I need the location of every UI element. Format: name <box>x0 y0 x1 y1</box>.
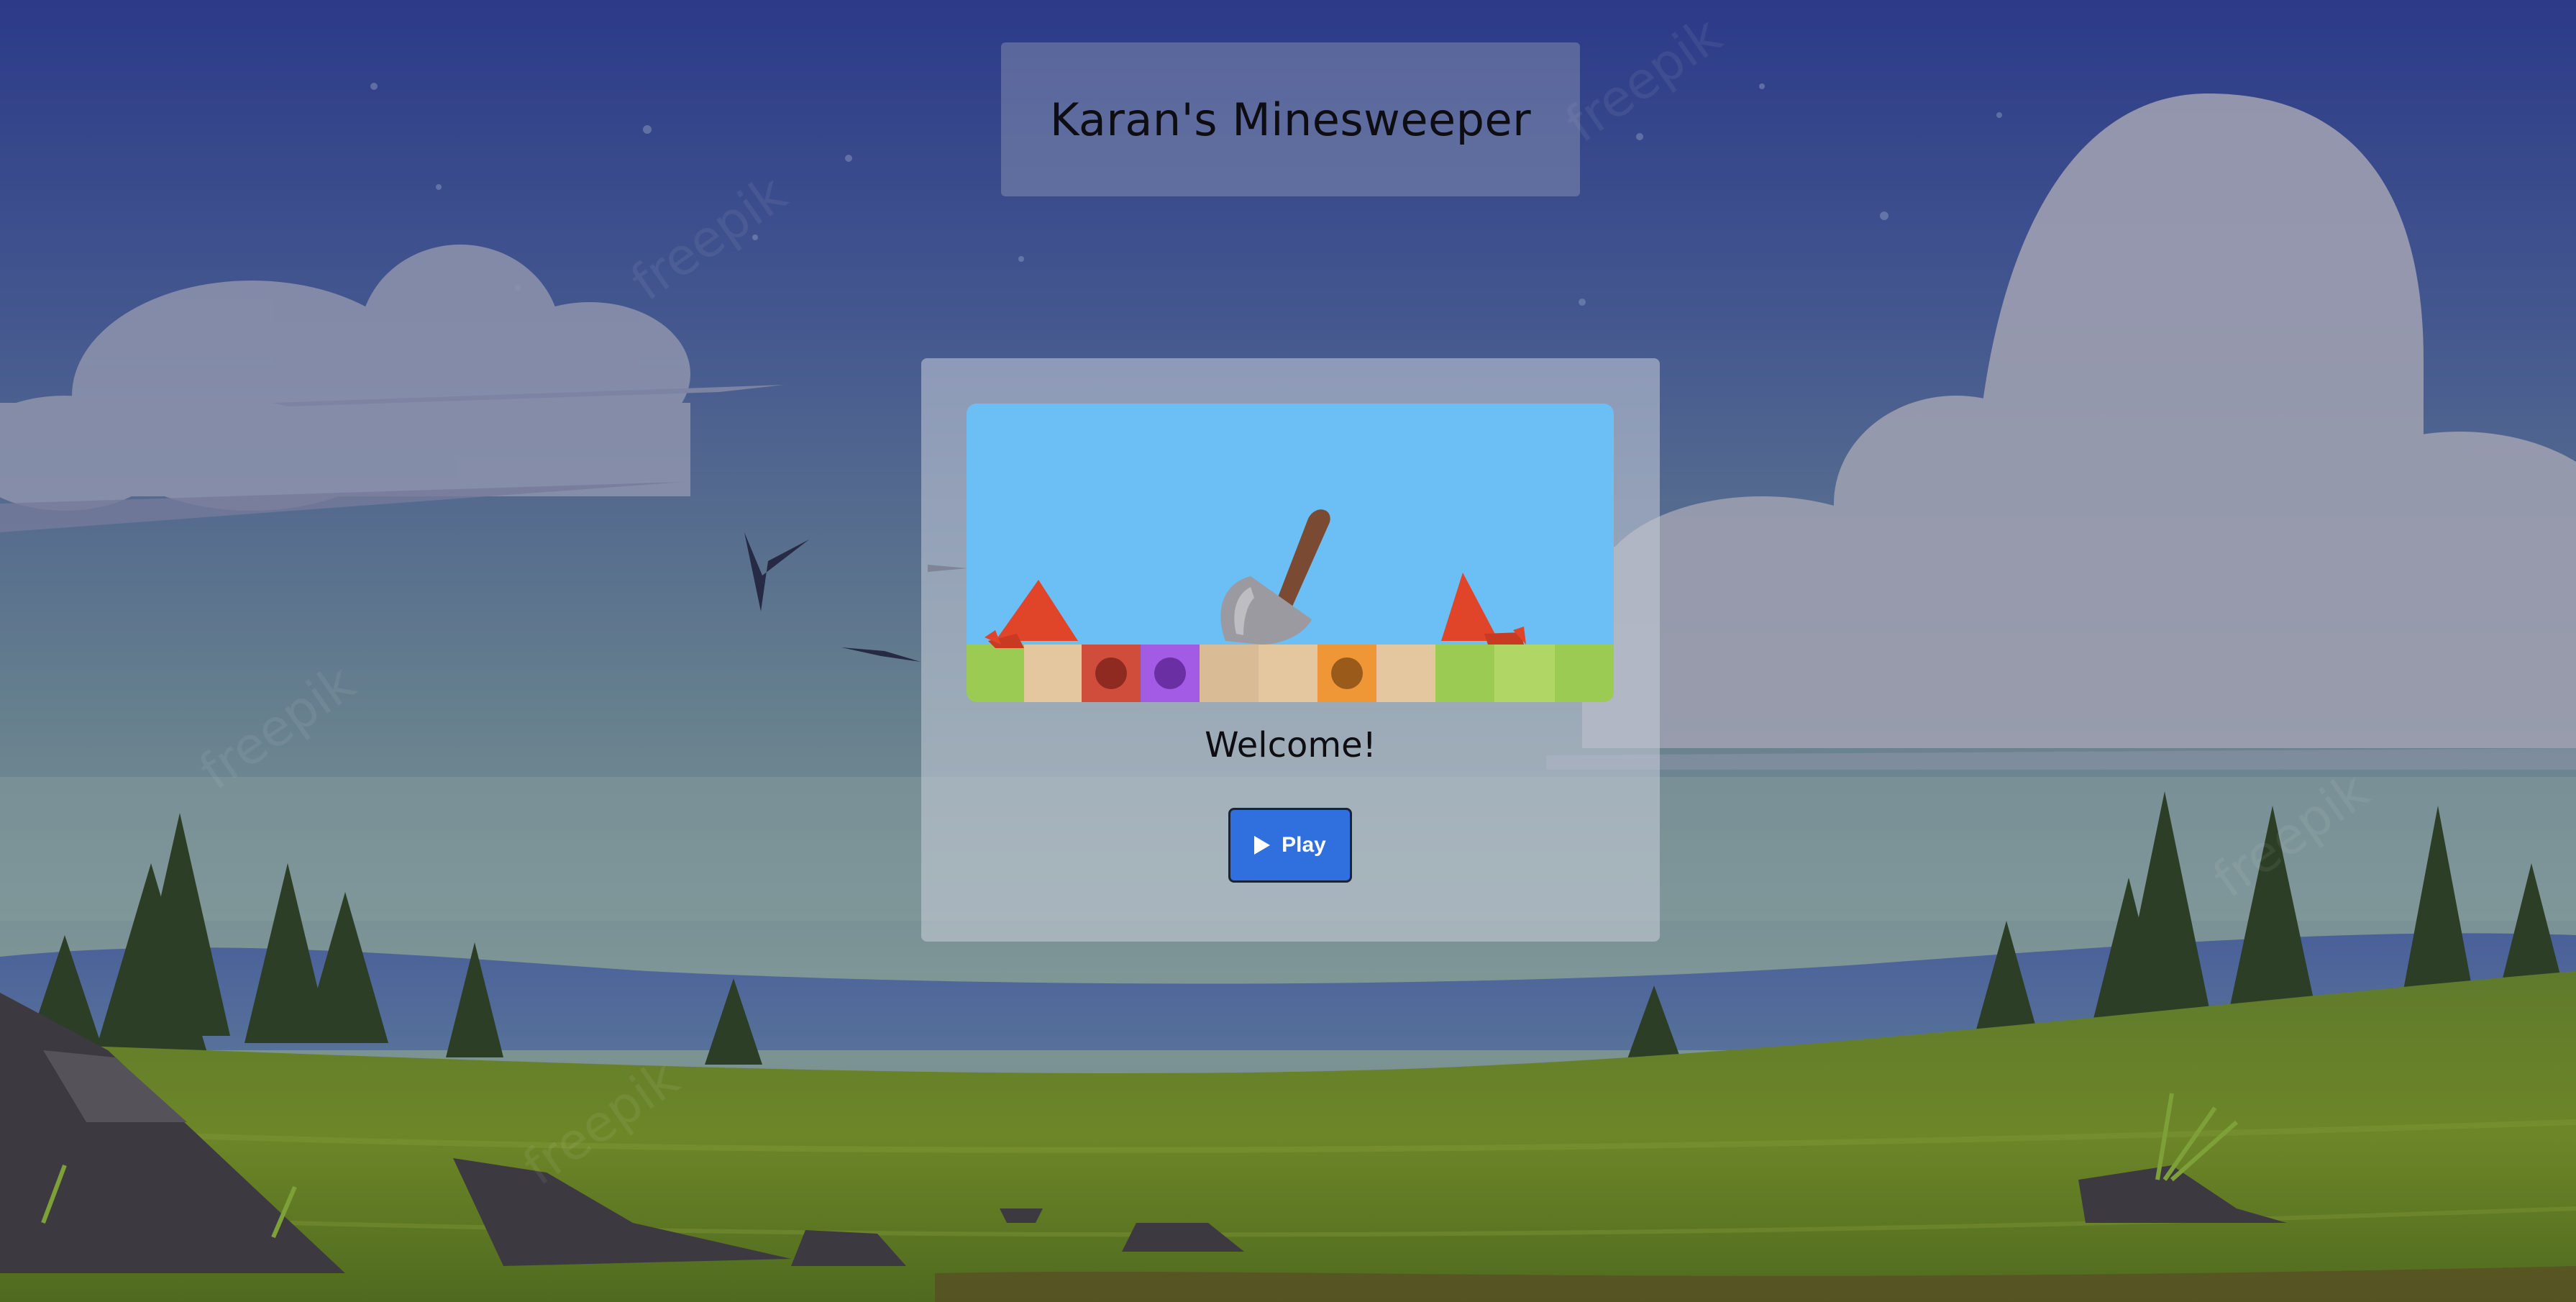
page-title: Karan's Minesweeper <box>1049 93 1532 146</box>
welcome-card: Welcome! Play <box>921 358 1660 942</box>
play-button[interactable]: Play <box>1228 808 1352 883</box>
welcome-message: Welcome! <box>1205 725 1376 765</box>
title-panel: Karan's Minesweeper <box>1001 42 1580 196</box>
play-icon <box>1254 836 1271 855</box>
play-button-label: Play <box>1282 833 1326 857</box>
hero-illustration <box>967 404 1614 702</box>
